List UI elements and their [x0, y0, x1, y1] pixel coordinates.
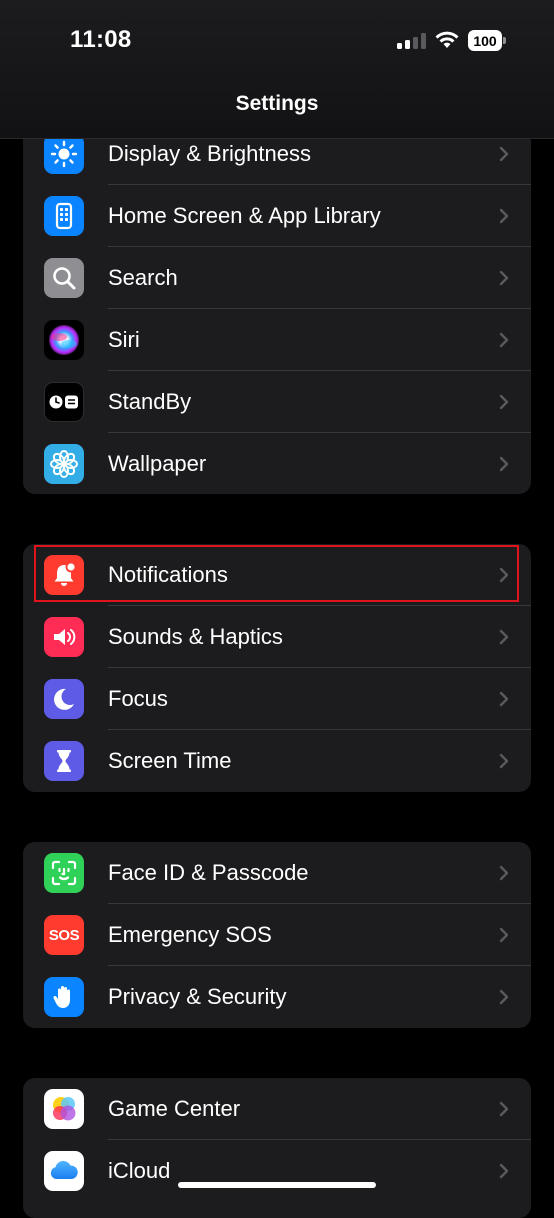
row-wallpaper[interactable]: Wallpaper [23, 433, 531, 494]
sos-icon-text: SOS [48, 926, 80, 944]
chevron-right-icon [499, 691, 509, 707]
settings-group-display: Display & Brightness Home Screen & App L… [23, 123, 531, 494]
face-id-icon [44, 853, 84, 893]
row-label: Search [108, 265, 178, 290]
chevron-right-icon [499, 989, 509, 1005]
row-standby[interactable]: StandBy [23, 371, 531, 433]
row-label: Wallpaper [108, 451, 207, 476]
chevron-right-icon [499, 456, 509, 472]
row-face-id[interactable]: Face ID & Passcode [23, 842, 531, 904]
page-title: Settings [235, 92, 319, 115]
sun-icon [44, 134, 84, 174]
chevron-right-icon [499, 629, 509, 645]
chevron-right-icon [499, 332, 509, 348]
bell-icon [44, 555, 84, 595]
flower-icon [44, 444, 84, 484]
chevron-right-icon [499, 1101, 509, 1117]
row-label: Focus [108, 686, 168, 711]
row-siri[interactable]: Siri [23, 309, 531, 371]
row-sounds-haptics[interactable]: Sounds & Haptics [23, 606, 531, 668]
wifi-icon [434, 30, 460, 50]
chevron-right-icon [499, 270, 509, 286]
row-label: Emergency SOS [108, 922, 272, 947]
row-label: Sounds & Haptics [108, 624, 283, 649]
row-label: Home Screen & App Library [108, 203, 381, 228]
navigation-header: 11:08 100 Settings [0, 0, 554, 139]
row-focus[interactable]: Focus [23, 668, 531, 730]
sos-icon: SOS [44, 915, 84, 955]
siri-icon [44, 320, 84, 360]
row-notifications[interactable]: Notifications [23, 544, 531, 606]
chevron-right-icon [499, 146, 509, 162]
magnifier-icon [44, 258, 84, 298]
home-indicator[interactable] [178, 1182, 376, 1188]
chevron-right-icon [499, 567, 509, 583]
cellular-signal-icon [397, 33, 427, 49]
chevron-right-icon [499, 927, 509, 943]
status-time: 11:08 [70, 26, 132, 53]
row-label: Siri [108, 327, 140, 352]
row-game-center[interactable]: Game Center [23, 1078, 531, 1140]
game-center-icon [44, 1089, 84, 1129]
hand-icon [44, 977, 84, 1017]
chevron-right-icon [499, 208, 509, 224]
row-search[interactable]: Search [23, 247, 531, 309]
hourglass-icon [44, 741, 84, 781]
row-label: Display & Brightness [108, 141, 311, 166]
row-screen-time[interactable]: Screen Time [23, 730, 531, 792]
row-label: Game Center [108, 1096, 241, 1121]
battery-icon: 100 [468, 30, 506, 51]
row-label: StandBy [108, 389, 192, 414]
cloud-icon [44, 1151, 84, 1191]
speaker-icon [44, 617, 84, 657]
row-emergency-sos[interactable]: SOS Emergency SOS [23, 904, 531, 966]
chevron-right-icon [499, 394, 509, 410]
settings-group-security: Face ID & Passcode SOS Emergency SOS Pri… [23, 842, 531, 1028]
row-privacy-security[interactable]: Privacy & Security [23, 966, 531, 1028]
standby-icon [44, 382, 84, 422]
row-label: Notifications [108, 562, 228, 587]
row-label: Face ID & Passcode [108, 860, 309, 885]
chevron-right-icon [499, 865, 509, 881]
moon-icon [44, 679, 84, 719]
settings-group-accounts: Game Center iCloud [23, 1078, 531, 1218]
row-label: Privacy & Security [108, 984, 287, 1009]
row-home-screen[interactable]: Home Screen & App Library [23, 185, 531, 247]
row-label: Screen Time [108, 748, 232, 773]
chevron-right-icon [499, 753, 509, 769]
settings-group-notifications: Notifications Sounds & Haptics Focus Scr… [23, 544, 531, 792]
chevron-right-icon [499, 1163, 509, 1179]
row-label: iCloud [108, 1158, 171, 1183]
home-screen-icon [44, 196, 84, 236]
battery-level: 100 [468, 30, 502, 51]
row-icloud[interactable]: iCloud [23, 1140, 531, 1202]
